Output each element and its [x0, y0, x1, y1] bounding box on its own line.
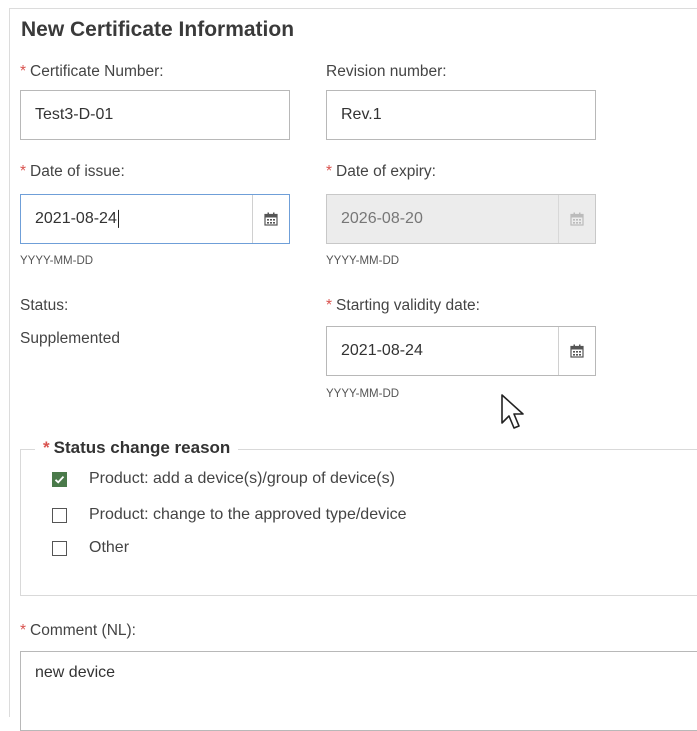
date-of-issue-label: * Date of issue:	[20, 163, 125, 180]
reason-checkbox-change-type[interactable]	[52, 507, 67, 523]
comment-value: new device	[35, 664, 116, 681]
starting-validity-date-format-hint: YYYY-MM-DD	[326, 388, 400, 400]
date-of-issue-calendar-button[interactable]	[252, 195, 289, 243]
date-of-issue-format-hint: YYYY-MM-DD	[20, 255, 94, 267]
check-icon	[54, 475, 65, 484]
panel-border-left	[9, 8, 10, 717]
calendar-icon	[570, 344, 584, 358]
status-value: Supplemented	[20, 330, 120, 347]
starting-validity-date-label: * Starting validity date:	[326, 297, 480, 314]
panel-border-top	[9, 8, 697, 9]
reason-option-other[interactable]: Other	[52, 539, 129, 557]
certificate-number-label: * Certificate Number:	[20, 63, 164, 80]
required-marker: *	[20, 63, 27, 80]
calendar-icon	[264, 212, 278, 226]
date-of-issue-value: 2021-08-24	[35, 209, 119, 228]
date-of-expiry-calendar-button	[558, 195, 595, 243]
revision-number-label: Revision number:	[326, 63, 447, 80]
reason-option-change-type[interactable]: Product: change to the approved type/dev…	[52, 506, 407, 524]
comment-label: * Comment (NL):	[20, 622, 136, 639]
date-of-issue-input[interactable]: 2021-08-24	[20, 194, 290, 244]
certificate-number-value: Test3-D-01	[35, 106, 114, 123]
reason-checkbox-other[interactable]	[52, 540, 67, 556]
date-of-expiry-format-hint: YYYY-MM-DD	[326, 255, 400, 267]
starting-validity-date-calendar-button[interactable]	[558, 327, 595, 375]
required-marker: *	[20, 622, 27, 639]
required-marker: *	[20, 163, 27, 180]
date-of-expiry-value: 2026-08-20	[341, 210, 423, 227]
revision-number-input[interactable]: Rev.1	[326, 90, 596, 140]
mouse-pointer-icon	[501, 394, 524, 429]
comment-textarea[interactable]: new device	[20, 651, 697, 731]
revision-number-value: Rev.1	[341, 106, 382, 123]
reason-label-change-type: Product: change to the approved type/dev…	[89, 506, 407, 523]
date-of-expiry-label: * Date of expiry:	[326, 163, 436, 180]
required-marker: *	[326, 297, 333, 314]
status-label: Status:	[20, 297, 69, 314]
date-of-expiry-input: 2026-08-20	[326, 194, 596, 244]
text-caret	[117, 209, 119, 228]
status-change-reason-legend: * Status change reason	[35, 438, 239, 458]
starting-validity-date-value: 2021-08-24	[341, 342, 423, 359]
required-marker: *	[43, 438, 50, 457]
reason-label-add-device: Product: add a device(s)/group of device…	[89, 470, 395, 487]
section-title: New Certificate Information	[21, 18, 295, 41]
calendar-icon	[570, 212, 584, 226]
reason-label-other: Other	[89, 539, 130, 556]
required-marker: *	[326, 163, 333, 180]
reason-option-add-device[interactable]: Product: add a device(s)/group of device…	[52, 470, 395, 488]
starting-validity-date-input[interactable]: 2021-08-24	[326, 326, 596, 376]
reason-checkbox-add-device[interactable]	[52, 471, 67, 487]
certificate-number-input[interactable]: Test3-D-01	[20, 90, 290, 140]
